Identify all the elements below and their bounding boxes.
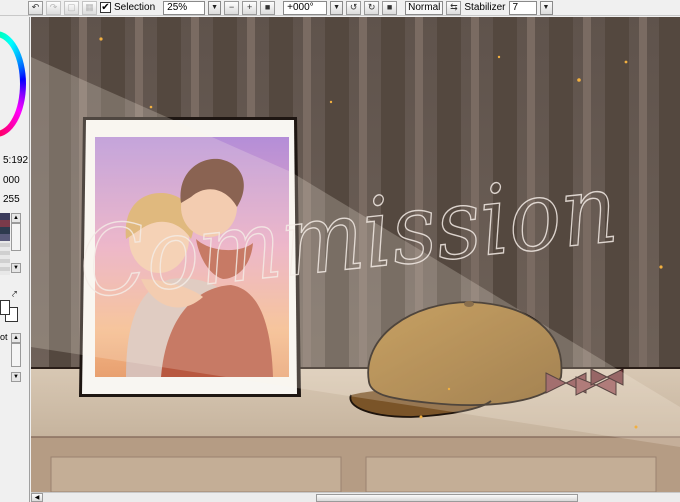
redo-icon[interactable]: ↷ — [46, 0, 61, 15]
swatch[interactable] — [0, 213, 10, 220]
tool-scroll-up-icon[interactable]: ▲ — [11, 333, 21, 343]
swatch-column — [0, 213, 10, 275]
rotate-right-icon[interactable]: ↻ — [364, 0, 380, 15]
zoom-out-icon[interactable]: − — [224, 0, 240, 15]
tool-scrollbar[interactable] — [11, 343, 21, 367]
swatch-scrollbar[interactable] — [11, 223, 21, 251]
rotation-dropdown-icon[interactable]: ▼ — [330, 0, 344, 15]
deselect-icon[interactable]: ▢ — [64, 0, 79, 15]
rotation-field[interactable]: +000° — [283, 0, 328, 15]
zoom-in-icon[interactable]: + — [242, 0, 258, 15]
swap-colors-icon[interactable]: ⤤ — [12, 288, 17, 300]
scroll-down-icon[interactable]: ▼ — [11, 263, 21, 273]
artwork: Commission — [31, 17, 680, 492]
scroll-up-icon[interactable]: ▲ — [11, 213, 21, 223]
stabilizer-label: Stabilizer — [464, 1, 506, 13]
drawing-canvas[interactable]: Commission — [31, 17, 680, 492]
horizontal-scroll-thumb[interactable] — [316, 494, 578, 502]
tool-scroll-down-icon[interactable]: ▼ — [11, 372, 21, 382]
scroll-left-icon[interactable]: ◀ — [31, 493, 43, 502]
swatch[interactable] — [0, 234, 10, 241]
swatch[interactable] — [0, 220, 10, 227]
color-value-c: 255 — [3, 194, 20, 205]
rotate-reset-icon[interactable]: ■ — [382, 0, 398, 15]
swatch[interactable] — [0, 227, 10, 234]
selection-label: Selection — [114, 1, 156, 13]
tool-label: ot — [0, 332, 8, 342]
zoom-dropdown-icon[interactable]: ▼ — [208, 0, 222, 15]
selection-checkbox[interactable]: ✔ — [100, 2, 111, 13]
zoom-field[interactable]: 25% — [163, 0, 206, 15]
foreground-color-swatch[interactable] — [0, 300, 10, 315]
color-wheel[interactable] — [0, 31, 26, 137]
horizontal-scrollbar[interactable]: ◀ — [31, 492, 680, 502]
color-value-a: 5:192 — [3, 155, 29, 166]
swatch-empty[interactable] — [0, 241, 10, 275]
flip-icon[interactable]: ⇆ — [446, 0, 462, 15]
blend-mode-button[interactable]: Normal — [405, 0, 444, 15]
left-panel: 5:192 000 255 ▲ ▼ ⤤ ot ▲ ▼ — [0, 17, 30, 502]
zoom-reset-icon[interactable]: ■ — [260, 0, 276, 15]
undo-icon[interactable]: ↶ — [28, 0, 43, 15]
toolbar: ↶ ↷ ▢ ▦ ✔ Selection 25% ▼ − + ■ +000° ▼ … — [0, 0, 680, 16]
rotate-left-icon[interactable]: ↺ — [346, 0, 362, 15]
invert-selection-icon[interactable]: ▦ — [82, 0, 97, 15]
stabilizer-field[interactable]: 7 — [508, 0, 537, 15]
color-value-b: 000 — [3, 175, 20, 186]
stabilizer-dropdown-icon[interactable]: ▼ — [539, 0, 553, 15]
